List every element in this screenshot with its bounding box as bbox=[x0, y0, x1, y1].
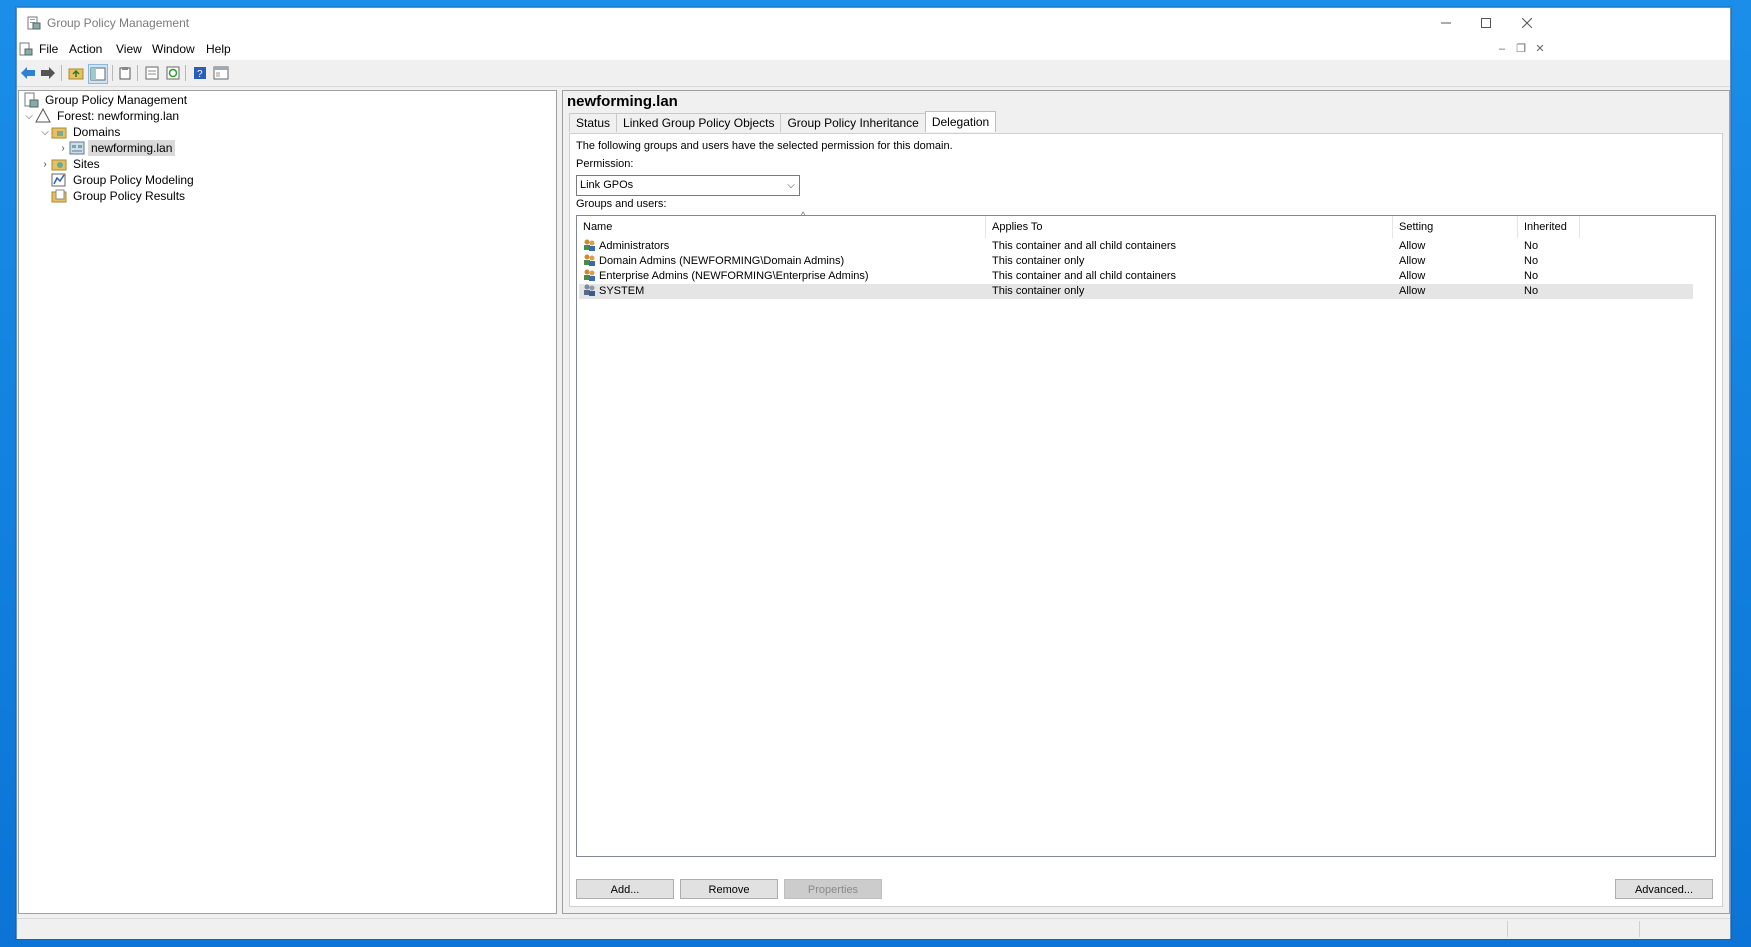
properties-button[interactable]: Properties bbox=[784, 879, 882, 899]
forward-arrow-icon bbox=[41, 67, 55, 79]
maximize-button[interactable] bbox=[1463, 8, 1509, 38]
gpmc-icon bbox=[24, 92, 39, 108]
add-button[interactable]: Add... bbox=[576, 879, 674, 899]
chevron-right-icon[interactable]: › bbox=[57, 143, 69, 154]
remove-button[interactable]: Remove bbox=[680, 879, 778, 899]
modeling-icon bbox=[51, 173, 66, 187]
refresh-icon bbox=[166, 66, 180, 80]
delegation-panel: The following groups and users have the … bbox=[569, 133, 1723, 907]
mmc-app-icon bbox=[19, 42, 33, 56]
column-header-name[interactable]: Name bbox=[577, 216, 986, 238]
forward-button[interactable] bbox=[39, 64, 57, 82]
window-title: Group Policy Management bbox=[47, 16, 190, 30]
show-action-pane-button[interactable] bbox=[212, 64, 230, 82]
column-header-inherited[interactable]: Inherited bbox=[1518, 216, 1580, 238]
back-arrow-icon bbox=[21, 67, 35, 79]
forest-icon bbox=[35, 108, 51, 123]
svg-text:?: ? bbox=[197, 69, 203, 80]
menu-view[interactable]: View bbox=[116, 42, 142, 56]
console-tree-icon bbox=[90, 67, 106, 81]
chevron-right-icon[interactable]: › bbox=[39, 159, 51, 170]
menu-help[interactable]: Help bbox=[206, 42, 231, 56]
advanced-button[interactable]: Advanced... bbox=[1615, 879, 1713, 899]
toolbar: ? bbox=[17, 60, 1730, 87]
list-row[interactable]: SYSTEM This container only Allow No bbox=[579, 284, 1693, 299]
help-icon: ? bbox=[194, 67, 206, 80]
close-button[interactable] bbox=[1504, 8, 1550, 38]
list-row[interactable]: Administrators This container and all ch… bbox=[579, 239, 1693, 254]
close-icon bbox=[1522, 18, 1532, 28]
mdi-minimize-button[interactable]: – bbox=[1493, 42, 1511, 56]
groups-users-label: Groups and users: bbox=[576, 198, 667, 210]
gpmc-app-icon bbox=[27, 16, 41, 30]
help-button[interactable]: ? bbox=[191, 64, 209, 82]
sites-folder-icon bbox=[51, 159, 67, 171]
maximize-icon bbox=[1481, 18, 1491, 28]
back-button[interactable] bbox=[19, 64, 37, 82]
menu-file[interactable]: File bbox=[39, 42, 58, 56]
show-hide-console-tree-button[interactable] bbox=[88, 64, 108, 84]
delegation-description: The following groups and users have the … bbox=[576, 140, 953, 152]
user-group-icon bbox=[584, 254, 595, 266]
gpmc-window: Group Policy Management File Action View… bbox=[16, 7, 1731, 939]
chevron-down-icon[interactable]: ⌵ bbox=[23, 111, 35, 122]
refresh-button[interactable] bbox=[164, 64, 182, 82]
column-header-applies-to[interactable]: Applies To bbox=[986, 216, 1393, 238]
tab-delegation[interactable]: Delegation bbox=[924, 111, 997, 132]
column-header-setting[interactable]: Setting bbox=[1393, 216, 1518, 238]
domain-icon bbox=[69, 141, 85, 155]
folder-up-icon bbox=[68, 68, 84, 80]
action-pane-icon bbox=[213, 66, 229, 80]
mdi-restore-button[interactable]: ❐ bbox=[1512, 42, 1530, 56]
tab-gp-inheritance[interactable]: Group Policy Inheritance bbox=[780, 113, 926, 132]
results-icon bbox=[51, 189, 67, 203]
up-folder-button[interactable] bbox=[67, 64, 85, 82]
permission-dropdown[interactable]: Link GPOs ⌵ bbox=[576, 175, 800, 196]
delete-button[interactable] bbox=[116, 64, 134, 82]
chevron-down-icon[interactable]: ⌵ bbox=[39, 127, 51, 138]
details-pane: newforming.lan Status Linked Group Polic… bbox=[562, 90, 1730, 914]
permission-value: Link GPOs bbox=[580, 179, 634, 191]
groups-users-list[interactable]: ^ Name Applies To Setting Inherited Admi… bbox=[576, 210, 1716, 857]
user-group-icon bbox=[584, 239, 595, 251]
minimize-icon bbox=[1441, 22, 1451, 24]
tab-status[interactable]: Status bbox=[569, 113, 618, 132]
list-icon bbox=[145, 66, 159, 80]
menu-window[interactable]: Window bbox=[152, 42, 195, 56]
system-users-icon bbox=[584, 284, 595, 296]
chevron-down-icon: ⌵ bbox=[787, 180, 795, 191]
domains-folder-icon bbox=[51, 127, 67, 139]
mdi-close-button[interactable]: ✕ bbox=[1531, 42, 1549, 56]
list-row[interactable]: Enterprise Admins (NEWFORMING\Enterprise… bbox=[579, 269, 1693, 284]
clipboard-icon bbox=[119, 67, 131, 80]
pane-splitter[interactable] bbox=[557, 90, 561, 912]
permission-label: Permission: bbox=[576, 158, 634, 170]
export-list-button[interactable] bbox=[143, 64, 161, 82]
user-group-icon bbox=[584, 269, 595, 281]
details-title: newforming.lan bbox=[567, 93, 678, 110]
menu-action[interactable]: Action bbox=[69, 42, 102, 56]
status-bar bbox=[17, 918, 1730, 939]
tab-linked-gpos[interactable]: Linked Group Policy Objects bbox=[616, 113, 782, 132]
title-bar: Group Policy Management bbox=[17, 8, 1730, 38]
tab-strip: Status Linked Group Policy Objects Group… bbox=[569, 111, 997, 133]
list-row[interactable]: Domain Admins (NEWFORMING\Domain Admins)… bbox=[579, 254, 1693, 269]
tree-node-gp-results[interactable]: Group Policy Results bbox=[51, 187, 188, 205]
menu-bar: File Action View Window Help bbox=[17, 38, 1730, 60]
console-tree: Group Policy Management ⌵ Forest: newfor… bbox=[18, 90, 557, 914]
